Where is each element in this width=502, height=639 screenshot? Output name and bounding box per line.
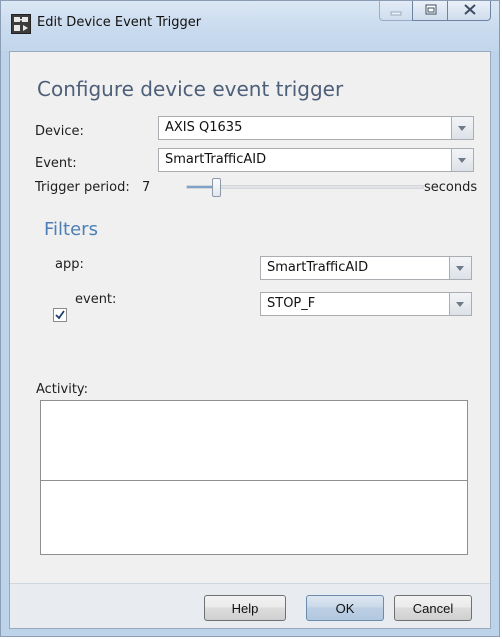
filter-event-value: STOP_F bbox=[267, 296, 316, 311]
close-icon bbox=[464, 4, 476, 15]
minimize-icon bbox=[390, 11, 402, 16]
event-dropdown[interactable]: SmartTrafficAID bbox=[158, 148, 474, 172]
checkmark-icon bbox=[55, 310, 65, 320]
button-bar: Help OK Cancel bbox=[10, 583, 490, 628]
trigger-period-slider-track[interactable] bbox=[186, 185, 424, 189]
filters-heading: Filters bbox=[44, 219, 98, 240]
trigger-period-label: Trigger period: bbox=[35, 180, 130, 195]
device-dropdown[interactable]: AXIS Q1635 bbox=[158, 116, 474, 140]
event-value: SmartTrafficAID bbox=[165, 152, 267, 167]
help-button[interactable]: Help bbox=[204, 595, 286, 621]
activity-log[interactable] bbox=[40, 400, 468, 555]
chevron-down-icon bbox=[456, 266, 464, 271]
chevron-down-icon bbox=[456, 302, 464, 307]
filter-app-dropdown-button[interactable] bbox=[449, 257, 471, 279]
device-label: Device: bbox=[35, 124, 84, 139]
chevron-down-icon bbox=[458, 126, 466, 131]
filter-app-value: SmartTrafficAID bbox=[267, 260, 369, 275]
device-trigger-app-icon bbox=[11, 14, 31, 34]
device-dropdown-button[interactable] bbox=[451, 117, 473, 139]
filter-event-checkbox[interactable] bbox=[53, 308, 67, 322]
minimize-button[interactable] bbox=[379, 1, 413, 21]
event-dropdown-button[interactable] bbox=[451, 149, 473, 171]
filter-event-dropdown[interactable]: STOP_F bbox=[260, 292, 472, 316]
title-bar[interactable]: Edit Device Event Trigger bbox=[1, 1, 499, 51]
chevron-down-icon bbox=[458, 158, 466, 163]
maximize-icon bbox=[425, 4, 437, 15]
activity-divider bbox=[41, 480, 467, 481]
dialog-content: Configure device event trigger Device: A… bbox=[9, 51, 491, 629]
filter-app-dropdown[interactable]: SmartTrafficAID bbox=[260, 256, 472, 280]
dialog-window: Edit Device Event Trigger Configure devi… bbox=[0, 0, 500, 637]
cancel-button[interactable]: Cancel bbox=[394, 595, 472, 621]
filter-event-dropdown-button[interactable] bbox=[449, 293, 471, 315]
ok-button[interactable]: OK bbox=[306, 595, 384, 621]
section-heading: Configure device event trigger bbox=[37, 77, 344, 101]
filter-app-label: app: bbox=[55, 257, 84, 272]
close-button[interactable] bbox=[447, 1, 491, 21]
activity-label: Activity: bbox=[36, 382, 89, 397]
filter-event-label: event: bbox=[75, 292, 117, 307]
maximize-button[interactable] bbox=[412, 1, 448, 21]
caption-buttons bbox=[379, 1, 491, 21]
trigger-period-value: 7 bbox=[142, 180, 151, 195]
event-label: Event: bbox=[35, 156, 77, 171]
trigger-period-slider-thumb[interactable] bbox=[212, 178, 221, 197]
device-value: AXIS Q1635 bbox=[165, 120, 243, 135]
window-title: Edit Device Event Trigger bbox=[37, 15, 202, 30]
trigger-period-unit: seconds bbox=[424, 180, 478, 195]
